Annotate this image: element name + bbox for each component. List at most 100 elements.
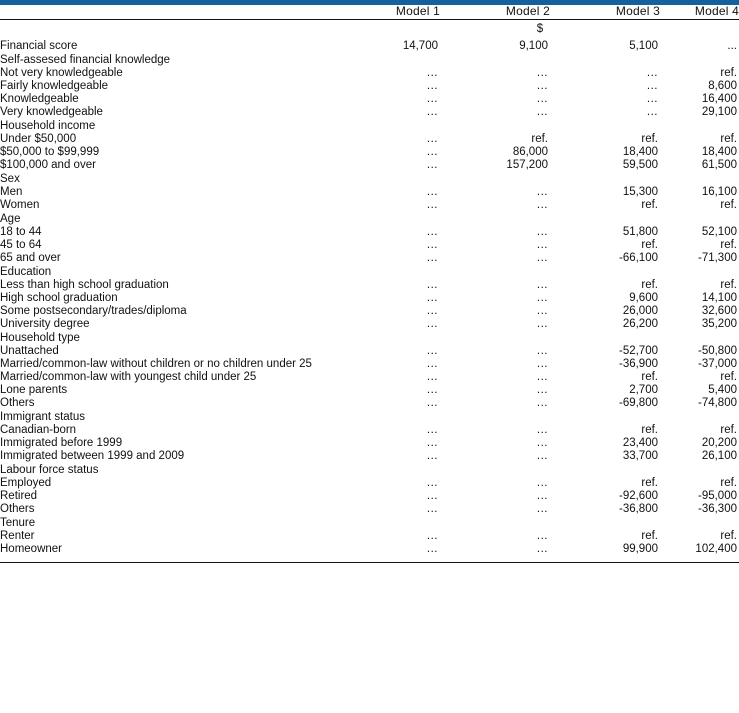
row-label: Very knowledgeable <box>0 106 103 118</box>
cell-model-1: ... <box>426 424 438 436</box>
row-label: Others <box>0 503 35 515</box>
cell-model-4: ref. <box>720 133 737 145</box>
cell-model-2: ... <box>536 530 548 542</box>
column-header-model-4: Model 4 <box>694 4 739 18</box>
row-label: Retired <box>0 490 38 502</box>
cell-model-1: ... <box>426 384 438 396</box>
cell-model-4: -36,300 <box>697 503 737 515</box>
table-body: Model 1 Model 2 Model 3 Model 4 $ Financ… <box>0 5 739 53</box>
cell-model-3: ... <box>646 80 658 92</box>
row-label: High school graduation <box>0 292 118 304</box>
cell-model-2: ... <box>536 279 548 291</box>
cell-model-3: ref. <box>641 371 658 383</box>
group-title: Education <box>0 266 52 278</box>
row-label: Not very knowledgeable <box>0 67 123 79</box>
cell-model-4: 8,600 <box>708 80 737 92</box>
table-row: 45 to 64...... ref. ref. <box>0 239 739 252</box>
table-footer-body <box>0 556 739 564</box>
cell-model-3: ref. <box>641 279 658 291</box>
table-page: Model 1 Model 2 Model 3 Model 4 $ Financ… <box>0 0 739 713</box>
table-row: Lone parents...... 2,700 5,400 <box>0 384 739 397</box>
row-label: Unattached <box>0 345 59 357</box>
table-row: University degree...... 26,200 35,200 <box>0 318 739 331</box>
cell-model-2: ... <box>536 384 548 396</box>
row-label: Men <box>0 186 23 198</box>
cell-model-1: ... <box>426 530 438 542</box>
group-title: Household income <box>0 120 96 132</box>
cell-model-4: -71,300 <box>697 252 737 264</box>
cell-model-3: -92,600 <box>618 490 658 502</box>
row-label: Others <box>0 397 35 409</box>
cell-model-2: ... <box>536 345 548 357</box>
financial-score-model-3: 5,100 <box>629 40 658 52</box>
cell-model-2: ... <box>536 252 548 264</box>
cell-model-2: 157,200 <box>506 159 548 171</box>
cell-model-3: ref. <box>641 530 658 542</box>
table-row: Immigrated before 1999...... 23,400 20,200 <box>0 437 739 450</box>
cell-model-3: 33,700 <box>622 450 658 462</box>
table-row: Canadian-born...... ref. ref. <box>0 424 739 437</box>
table-row: Very knowledgeable......... 29,100 <box>0 106 739 119</box>
row-label: Employed <box>0 477 52 489</box>
cell-model-1: ... <box>426 305 438 317</box>
table-row: Homeowner...... 99,900 102,400 <box>0 543 739 556</box>
cell-model-2: ... <box>536 93 548 105</box>
bottom-rule <box>0 562 739 564</box>
column-header-row: Model 1 Model 2 Model 3 Model 4 <box>0 5 739 18</box>
cell-model-3: ... <box>646 93 658 105</box>
group-header-row: Household income <box>0 119 739 133</box>
cell-model-4: ref. <box>720 477 737 489</box>
cell-model-4: ref. <box>720 279 737 291</box>
table-row: Not very knowledgeable......... ref. <box>0 67 739 80</box>
cell-model-2: ... <box>536 226 548 238</box>
group-title: Household type <box>0 332 80 344</box>
cell-model-4: 61,500 <box>701 159 737 171</box>
table-row: Married/common-law without children or n… <box>0 358 739 371</box>
cell-model-1: ... <box>426 226 438 238</box>
group-title: Labour force status <box>0 464 99 476</box>
cell-model-3: -36,800 <box>618 503 658 515</box>
cell-model-1: ... <box>426 159 438 171</box>
row-label: $50,000 to $99,999 <box>0 146 100 158</box>
cell-model-3: 26,200 <box>622 318 658 330</box>
cell-model-1: ... <box>426 106 438 118</box>
table-row: Immigrated between 1999 and 2009...... 33… <box>0 450 739 463</box>
cell-model-4: ref. <box>720 371 737 383</box>
cell-model-3: 26,000 <box>622 305 658 317</box>
group-title: Sex <box>0 173 20 185</box>
table-row: Some postsecondary/trades/diploma...... 2… <box>0 305 739 318</box>
cell-model-4: 5,400 <box>708 384 737 396</box>
cell-model-1: ... <box>426 93 438 105</box>
cell-model-4: 16,400 <box>701 93 737 105</box>
group-header-row: Sex <box>0 172 739 186</box>
group-header-row: Labour force status <box>0 463 739 477</box>
unit-row-spacer <box>0 20 341 37</box>
group-title: Tenure <box>0 517 36 529</box>
row-label: Less than high school graduation <box>0 279 169 291</box>
row-label: Lone parents <box>0 384 68 396</box>
row-label: Fairly knowledgeable <box>0 80 109 92</box>
row-label: $100,000 and over <box>0 159 96 171</box>
cell-model-2: 86,000 <box>512 146 548 158</box>
cell-model-3: -36,900 <box>618 358 658 370</box>
cell-model-2: ... <box>536 424 548 436</box>
financial-score-model-2: 9,100 <box>519 40 548 52</box>
cell-model-1: ... <box>426 292 438 304</box>
cell-model-2: ... <box>536 318 548 330</box>
cell-model-4: 29,100 <box>701 106 737 118</box>
cell-model-2: ... <box>536 371 548 383</box>
cell-model-4: ref. <box>720 67 737 79</box>
group-header-row: Immigrant status <box>0 410 739 424</box>
cell-model-2: ... <box>536 543 548 555</box>
financial-score-model-4: ... <box>727 40 737 52</box>
table-row: Unattached...... -52,700 -50,800 <box>0 345 739 358</box>
table-row: $100,000 and over... 157,200 59,500 61,500 <box>0 159 739 172</box>
table-row: Others...... -69,800 -74,800 <box>0 397 739 410</box>
table-row: Renter...... ref. ref. <box>0 530 739 543</box>
cell-model-3: ref. <box>641 199 658 211</box>
table-row: Others...... -36,800 -36,300 <box>0 503 739 516</box>
table-row: Married/common-law with youngest child u… <box>0 371 739 384</box>
cell-model-4: -74,800 <box>697 397 737 409</box>
cell-model-4: ref. <box>720 239 737 251</box>
group-title: Immigrant status <box>0 411 85 423</box>
